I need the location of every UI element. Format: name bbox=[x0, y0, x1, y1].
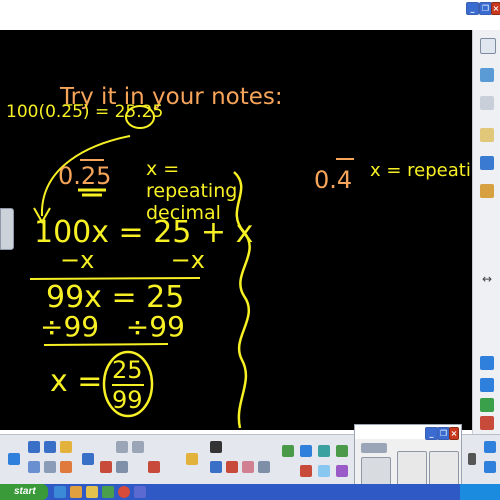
next-page-icon[interactable] bbox=[480, 378, 494, 392]
undo-icon[interactable] bbox=[28, 441, 40, 453]
copy-icon[interactable] bbox=[116, 441, 128, 453]
add-page-icon[interactable] bbox=[480, 398, 494, 412]
save-icon[interactable] bbox=[28, 461, 40, 473]
select-arrow-icon[interactable] bbox=[210, 441, 222, 453]
equation-1-subtract: −x −x bbox=[60, 246, 205, 274]
result-numerator: 25 bbox=[112, 356, 143, 384]
lock-icon[interactable] bbox=[186, 453, 198, 465]
minimize-icon[interactable]: _ bbox=[466, 2, 479, 15]
delete-icon[interactable] bbox=[148, 461, 160, 473]
ink-overline bbox=[336, 158, 354, 160]
quicklaunch-folder-icon[interactable] bbox=[86, 486, 98, 498]
result-denominator: 99 bbox=[112, 386, 143, 414]
resize-arrows-icon[interactable]: ↔ bbox=[480, 272, 494, 286]
pen-color-purple-icon[interactable] bbox=[336, 465, 348, 477]
side-tab-handle[interactable] bbox=[0, 208, 14, 250]
pen-color-green-icon[interactable] bbox=[336, 445, 348, 457]
equation-1: 100x = 25 + x bbox=[34, 215, 254, 250]
quicklaunch-app-icon[interactable] bbox=[134, 486, 146, 498]
repeating-decimal-right: 0.4 bbox=[314, 166, 353, 194]
prev-page-icon[interactable] bbox=[480, 356, 494, 370]
panel-header: _ ❐ × bbox=[355, 425, 461, 440]
quicklaunch-chrome-icon[interactable] bbox=[118, 486, 130, 498]
pen-color-highlight-icon[interactable] bbox=[318, 465, 330, 477]
attachment-icon[interactable] bbox=[480, 96, 494, 110]
quicklaunch-ie-icon[interactable] bbox=[54, 486, 66, 498]
delete-page-icon[interactable] bbox=[480, 416, 494, 430]
text-icon[interactable] bbox=[226, 461, 238, 473]
redo-icon[interactable] bbox=[44, 441, 56, 453]
cut-icon[interactable] bbox=[100, 461, 112, 473]
quicklaunch-smart-icon[interactable] bbox=[70, 486, 82, 498]
pen-icon[interactable] bbox=[210, 461, 222, 473]
properties-icon[interactable] bbox=[480, 128, 494, 142]
print-icon[interactable] bbox=[44, 461, 56, 473]
right-sidebar: ↔ bbox=[472, 30, 500, 440]
start-button[interactable]: start bbox=[0, 484, 48, 500]
window-titlebar: _ ❐ × bbox=[0, 0, 500, 30]
page-sorter-icon[interactable] bbox=[480, 38, 496, 54]
toolbar-expand-icon[interactable] bbox=[468, 453, 476, 465]
folder-icon[interactable] bbox=[60, 441, 72, 453]
panel-close-icon[interactable]: × bbox=[449, 427, 459, 440]
page-forward-icon[interactable] bbox=[8, 453, 20, 465]
line-style-icon[interactable] bbox=[282, 445, 294, 457]
screen-capture-icon[interactable] bbox=[82, 453, 94, 465]
eraser-icon[interactable] bbox=[242, 461, 254, 473]
ink-underline bbox=[78, 159, 106, 197]
pen-color-blue-icon[interactable] bbox=[300, 445, 312, 457]
new-page-icon[interactable] bbox=[60, 461, 72, 473]
addon-icon[interactable] bbox=[480, 156, 494, 170]
toolbar-scroll-up-icon[interactable] bbox=[484, 441, 496, 453]
equation-2-divide: ÷99 ÷99 bbox=[40, 310, 185, 343]
gallery-icon[interactable] bbox=[480, 68, 494, 82]
system-tray bbox=[460, 484, 500, 500]
result-lhs: x = bbox=[50, 364, 103, 399]
toolbar-scroll-down-icon[interactable] bbox=[484, 461, 496, 473]
ink-divider bbox=[233, 171, 251, 429]
whiteboard-canvas[interactable]: Try it in your notes: 100(0.2̅5̅) = 25.2… bbox=[0, 30, 472, 430]
shape-icon[interactable] bbox=[258, 461, 270, 473]
panel-dropdown-icon[interactable] bbox=[361, 443, 387, 453]
pen-color-teal-icon[interactable] bbox=[318, 445, 330, 457]
paste-icon[interactable] bbox=[132, 441, 144, 453]
pen-color-red-icon[interactable] bbox=[300, 465, 312, 477]
right-x-definition: x = repeating bbox=[370, 160, 472, 181]
quicklaunch-media-icon[interactable] bbox=[102, 486, 114, 498]
notebook-icon[interactable] bbox=[480, 184, 494, 198]
windows-taskbar: start bbox=[0, 484, 500, 500]
table-icon[interactable] bbox=[116, 461, 128, 473]
close-icon[interactable]: × bbox=[491, 2, 500, 15]
